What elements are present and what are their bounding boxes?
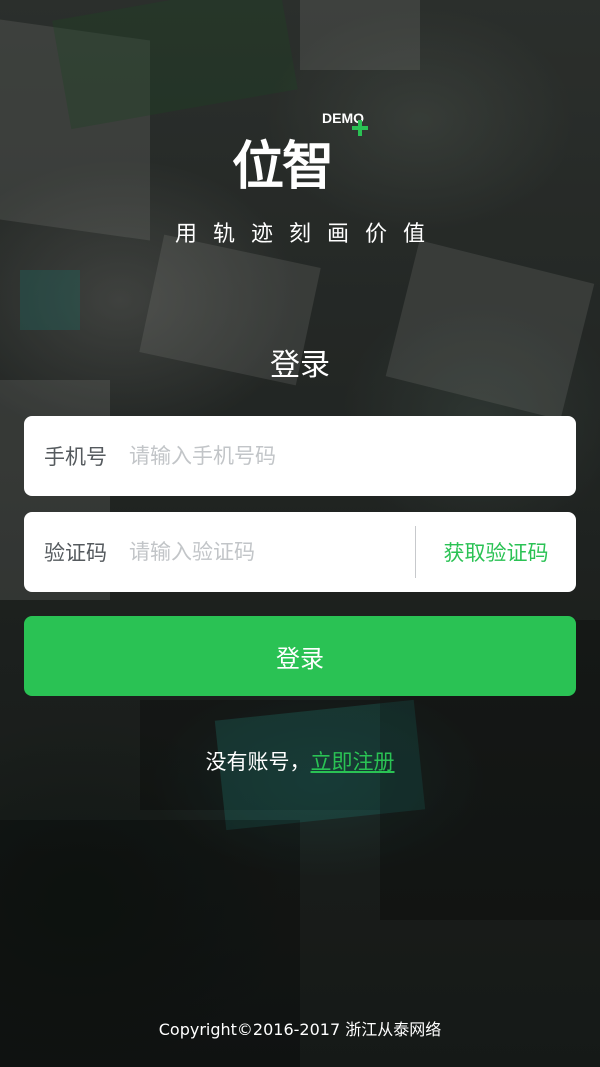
slogan: 用轨迹刻画价值 bbox=[174, 222, 441, 247]
footer-copyright: Copyright©2016-2017 浙江从泰网络 bbox=[158, 1020, 442, 1039]
register-prompt: 没有账号， bbox=[205, 750, 311, 774]
get-code-button[interactable]: 获取验证码 bbox=[416, 537, 576, 567]
plus-icon bbox=[352, 120, 368, 136]
phone-field: 手机号 bbox=[24, 416, 576, 496]
register-row: 没有账号，立即注册 bbox=[0, 746, 600, 776]
code-label: 验证码 bbox=[44, 541, 107, 565]
code-input[interactable] bbox=[129, 540, 415, 564]
phone-input[interactable] bbox=[129, 444, 576, 468]
register-link[interactable]: 立即注册 bbox=[311, 750, 395, 774]
page-title: 登录 bbox=[270, 348, 330, 383]
code-field: 验证码 获取验证码 bbox=[24, 512, 576, 592]
brand-logo: 位智 DEMO bbox=[232, 110, 372, 197]
phone-label: 手机号 bbox=[44, 445, 107, 469]
logo-wordmark: 位智 bbox=[232, 137, 334, 197]
login-button[interactable]: 登录 bbox=[24, 616, 576, 696]
